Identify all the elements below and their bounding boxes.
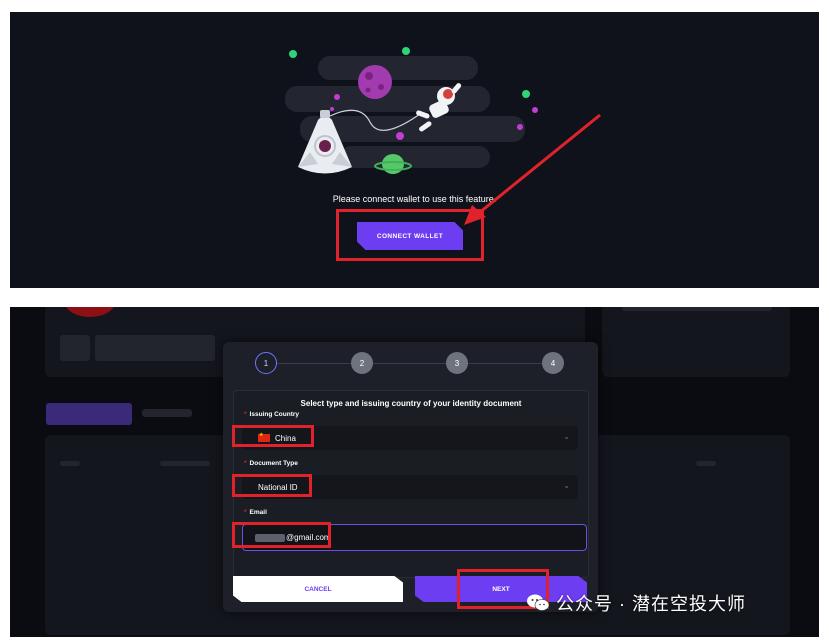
watermark-text: 公众号 · 潜在空投大师 [556, 594, 746, 614]
bg-line [60, 461, 80, 466]
watermark: 公众号 · 潜在空投大师 [526, 590, 746, 616]
highlight-box-doctype [232, 474, 312, 497]
bg-tab [142, 409, 192, 417]
bg-tab-active [46, 403, 132, 425]
issuing-country-label: * Issuing Country [244, 411, 300, 418]
highlight-box-country [232, 425, 314, 447]
bg-side-card [602, 307, 790, 377]
connect-wallet-panel: Please connect wallet to use this featur… [10, 12, 819, 288]
chevron-down-icon: ⌄ [563, 432, 570, 441]
step-2[interactable]: 2 [351, 352, 373, 374]
bg-line [60, 335, 90, 361]
bg-line [95, 335, 215, 361]
cancel-button[interactable]: CANCEL [233, 576, 403, 602]
connect-prompt: Please connect wallet to use this featur… [332, 194, 497, 204]
bg-line [696, 461, 716, 466]
highlight-box-email [232, 522, 331, 548]
red-arrow [464, 113, 601, 225]
step-1[interactable]: 1 [255, 352, 277, 374]
email-label: * Email [244, 509, 267, 516]
chevron-down-icon: ⌄ [563, 481, 570, 490]
bg-line [160, 461, 210, 466]
bg-line [622, 307, 772, 311]
document-type-label: * Document Type [244, 460, 298, 467]
form-title: Select type and issuing country of your … [300, 399, 522, 408]
step-3[interactable]: 3 [446, 352, 468, 374]
stepper-line [277, 363, 553, 364]
step-4[interactable]: 4 [542, 352, 564, 374]
wechat-icon [527, 594, 550, 611]
kyc-panel: 1 2 3 4 Select type and issuing country … [10, 307, 819, 637]
